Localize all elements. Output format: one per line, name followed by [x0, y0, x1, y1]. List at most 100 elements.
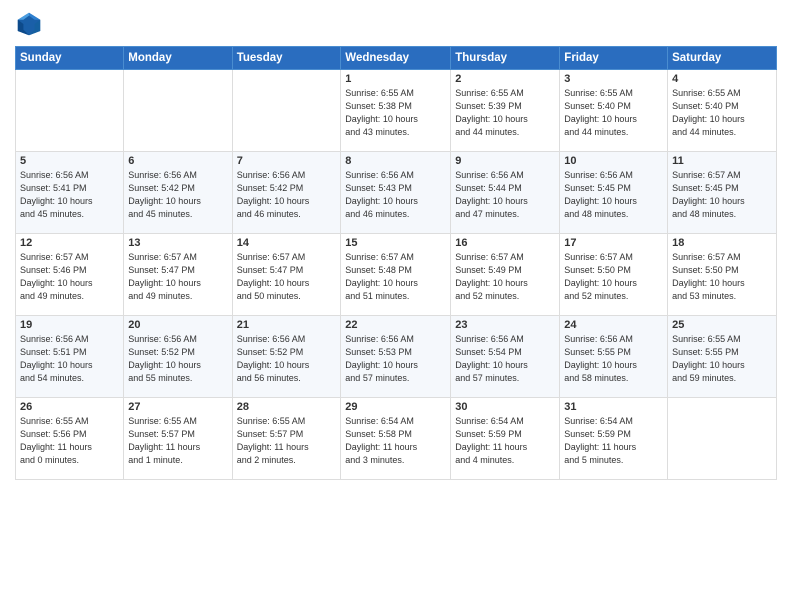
day-info: Sunrise: 6:57 AM Sunset: 5:48 PM Dayligh…: [345, 251, 446, 303]
header: [15, 10, 777, 38]
day-number: 31: [564, 401, 663, 413]
day-number: 17: [564, 237, 663, 249]
day-info: Sunrise: 6:57 AM Sunset: 5:50 PM Dayligh…: [564, 251, 663, 303]
day-number: 20: [128, 319, 227, 331]
weekday-header-row: SundayMondayTuesdayWednesdayThursdayFrid…: [16, 47, 777, 70]
day-info: Sunrise: 6:56 AM Sunset: 5:43 PM Dayligh…: [345, 169, 446, 221]
day-cell: [16, 70, 124, 152]
day-cell: 10 Sunrise: 6:56 AM Sunset: 5:45 PM Dayli…: [560, 152, 668, 234]
day-cell: 21 Sunrise: 6:56 AM Sunset: 5:52 PM Dayli…: [232, 316, 341, 398]
logo-icon: [15, 10, 43, 38]
day-info: Sunrise: 6:56 AM Sunset: 5:54 PM Dayligh…: [455, 333, 555, 385]
day-number: 28: [237, 401, 337, 413]
day-info: Sunrise: 6:54 AM Sunset: 5:59 PM Dayligh…: [455, 415, 555, 467]
weekday-header-saturday: Saturday: [668, 47, 777, 70]
day-cell: 1 Sunrise: 6:55 AM Sunset: 5:38 PM Daylig…: [341, 70, 451, 152]
day-number: 16: [455, 237, 555, 249]
day-info: Sunrise: 6:56 AM Sunset: 5:44 PM Dayligh…: [455, 169, 555, 221]
weekday-header-monday: Monday: [124, 47, 232, 70]
day-info: Sunrise: 6:57 AM Sunset: 5:46 PM Dayligh…: [20, 251, 119, 303]
day-info: Sunrise: 6:56 AM Sunset: 5:42 PM Dayligh…: [128, 169, 227, 221]
day-cell: 27 Sunrise: 6:55 AM Sunset: 5:57 PM Dayli…: [124, 398, 232, 480]
day-cell: 2Sunrise: 6:55 AM Sunset: 5:39 PM Daylig…: [451, 70, 560, 152]
week-row-3: 12Sunrise: 6:57 AM Sunset: 5:46 PM Dayli…: [16, 234, 777, 316]
day-info: Sunrise: 6:56 AM Sunset: 5:52 PM Dayligh…: [128, 333, 227, 385]
day-cell: 25 Sunrise: 6:55 AM Sunset: 5:55 PM Dayli…: [668, 316, 777, 398]
day-number: 6: [128, 155, 227, 167]
day-cell: 22 Sunrise: 6:56 AM Sunset: 5:53 PM Dayli…: [341, 316, 451, 398]
calendar: SundayMondayTuesdayWednesdayThursdayFrid…: [15, 46, 777, 480]
day-number: 25: [672, 319, 772, 331]
day-cell: 28 Sunrise: 6:55 AM Sunset: 5:57 PM Dayli…: [232, 398, 341, 480]
day-number: 23: [455, 319, 555, 331]
weekday-header-wednesday: Wednesday: [341, 47, 451, 70]
weekday-header-friday: Friday: [560, 47, 668, 70]
day-cell: 7Sunrise: 6:56 AM Sunset: 5:42 PM Daylig…: [232, 152, 341, 234]
day-info: Sunrise: 6:56 AM Sunset: 5:41 PM Dayligh…: [20, 169, 119, 221]
day-info: Sunrise: 6:57 AM Sunset: 5:50 PM Dayligh…: [672, 251, 772, 303]
day-cell: 14Sunrise: 6:57 AM Sunset: 5:47 PM Dayli…: [232, 234, 341, 316]
weekday-header-thursday: Thursday: [451, 47, 560, 70]
day-number: 5: [20, 155, 119, 167]
day-cell: 30 Sunrise: 6:54 AM Sunset: 5:59 PM Dayli…: [451, 398, 560, 480]
day-info: Sunrise: 6:57 AM Sunset: 5:49 PM Dayligh…: [455, 251, 555, 303]
day-cell: [232, 70, 341, 152]
day-cell: [124, 70, 232, 152]
day-cell: 3Sunrise: 6:55 AM Sunset: 5:40 PM Daylig…: [560, 70, 668, 152]
day-number: 4: [672, 73, 772, 85]
day-cell: 6 Sunrise: 6:56 AM Sunset: 5:42 PM Daylig…: [124, 152, 232, 234]
day-cell: 29Sunrise: 6:54 AM Sunset: 5:58 PM Dayli…: [341, 398, 451, 480]
day-number: 30: [455, 401, 555, 413]
day-cell: 26Sunrise: 6:55 AM Sunset: 5:56 PM Dayli…: [16, 398, 124, 480]
day-info: Sunrise: 6:56 AM Sunset: 5:45 PM Dayligh…: [564, 169, 663, 221]
day-number: 26: [20, 401, 119, 413]
day-cell: 11 Sunrise: 6:57 AM Sunset: 5:45 PM Dayli…: [668, 152, 777, 234]
day-number: 19: [20, 319, 119, 331]
day-number: 10: [564, 155, 663, 167]
day-cell: 23 Sunrise: 6:56 AM Sunset: 5:54 PM Dayli…: [451, 316, 560, 398]
day-cell: 15 Sunrise: 6:57 AM Sunset: 5:48 PM Dayli…: [341, 234, 451, 316]
day-info: Sunrise: 6:55 AM Sunset: 5:55 PM Dayligh…: [672, 333, 772, 385]
day-number: 9: [455, 155, 555, 167]
day-number: 8: [345, 155, 446, 167]
day-number: 13: [128, 237, 227, 249]
day-info: Sunrise: 6:55 AM Sunset: 5:57 PM Dayligh…: [128, 415, 227, 467]
day-cell: 31 Sunrise: 6:54 AM Sunset: 5:59 PM Dayli…: [560, 398, 668, 480]
day-cell: 12Sunrise: 6:57 AM Sunset: 5:46 PM Dayli…: [16, 234, 124, 316]
day-cell: 17 Sunrise: 6:57 AM Sunset: 5:50 PM Dayli…: [560, 234, 668, 316]
day-info: Sunrise: 6:55 AM Sunset: 5:57 PM Dayligh…: [237, 415, 337, 467]
day-info: Sunrise: 6:56 AM Sunset: 5:55 PM Dayligh…: [564, 333, 663, 385]
week-row-1: 1 Sunrise: 6:55 AM Sunset: 5:38 PM Daylig…: [16, 70, 777, 152]
day-cell: 19 Sunrise: 6:56 AM Sunset: 5:51 PM Dayli…: [16, 316, 124, 398]
week-row-2: 5 Sunrise: 6:56 AM Sunset: 5:41 PM Daylig…: [16, 152, 777, 234]
day-number: 11: [672, 155, 772, 167]
day-number: 18: [672, 237, 772, 249]
day-info: Sunrise: 6:56 AM Sunset: 5:52 PM Dayligh…: [237, 333, 337, 385]
day-number: 2: [455, 73, 555, 85]
week-row-5: 26Sunrise: 6:55 AM Sunset: 5:56 PM Dayli…: [16, 398, 777, 480]
day-number: 15: [345, 237, 446, 249]
day-cell: 24 Sunrise: 6:56 AM Sunset: 5:55 PM Dayli…: [560, 316, 668, 398]
day-info: Sunrise: 6:56 AM Sunset: 5:51 PM Dayligh…: [20, 333, 119, 385]
day-cell: 5 Sunrise: 6:56 AM Sunset: 5:41 PM Daylig…: [16, 152, 124, 234]
day-info: Sunrise: 6:55 AM Sunset: 5:38 PM Dayligh…: [345, 87, 446, 139]
day-number: 24: [564, 319, 663, 331]
day-cell: 8 Sunrise: 6:56 AM Sunset: 5:43 PM Daylig…: [341, 152, 451, 234]
day-cell: 4Sunrise: 6:55 AM Sunset: 5:40 PM Daylig…: [668, 70, 777, 152]
day-info: Sunrise: 6:54 AM Sunset: 5:59 PM Dayligh…: [564, 415, 663, 467]
day-cell: [668, 398, 777, 480]
day-info: Sunrise: 6:55 AM Sunset: 5:40 PM Dayligh…: [564, 87, 663, 139]
week-row-4: 19 Sunrise: 6:56 AM Sunset: 5:51 PM Dayli…: [16, 316, 777, 398]
day-cell: 16 Sunrise: 6:57 AM Sunset: 5:49 PM Dayli…: [451, 234, 560, 316]
day-cell: 18 Sunrise: 6:57 AM Sunset: 5:50 PM Dayli…: [668, 234, 777, 316]
day-number: 7: [237, 155, 337, 167]
day-number: 22: [345, 319, 446, 331]
day-info: Sunrise: 6:57 AM Sunset: 5:45 PM Dayligh…: [672, 169, 772, 221]
day-info: Sunrise: 6:56 AM Sunset: 5:53 PM Dayligh…: [345, 333, 446, 385]
day-cell: 20 Sunrise: 6:56 AM Sunset: 5:52 PM Dayli…: [124, 316, 232, 398]
day-cell: 9 Sunrise: 6:56 AM Sunset: 5:44 PM Daylig…: [451, 152, 560, 234]
day-number: 21: [237, 319, 337, 331]
day-number: 14: [237, 237, 337, 249]
day-number: 27: [128, 401, 227, 413]
day-number: 1: [345, 73, 446, 85]
